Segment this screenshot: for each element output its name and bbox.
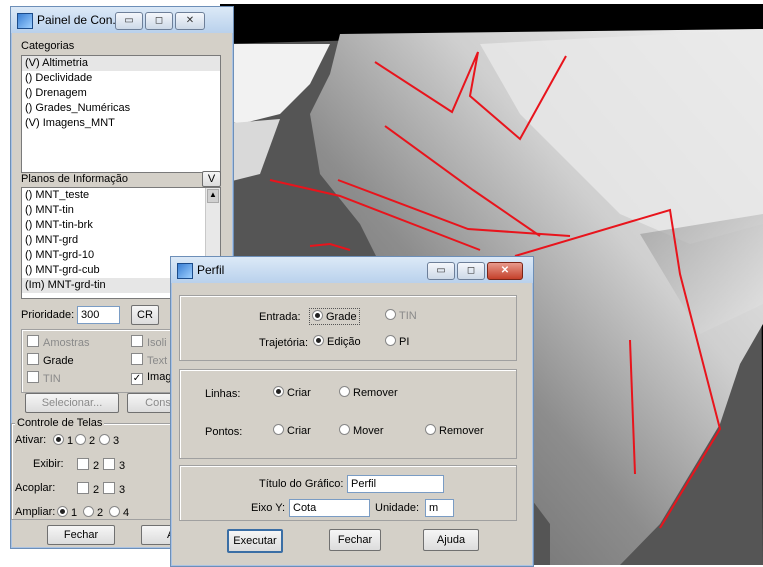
pontos-radio-remover[interactable]: Remover [425, 424, 484, 437]
linhas-radio-criar[interactable]: Criar [273, 386, 311, 399]
list-item[interactable]: () Grades_Numéricas [22, 101, 220, 116]
pontos-label: Pontos: [205, 426, 243, 438]
acoplar-check-3[interactable]: 3 [103, 482, 125, 496]
planos-label: Planos de Informação [21, 173, 129, 185]
ampliar-label: Ampliar: [15, 506, 56, 518]
trajetoria-label: Trajetória: [259, 337, 309, 349]
prioridade-label: Prioridade: [21, 309, 75, 321]
linhas-radio-remover[interactable]: Remover [339, 386, 398, 399]
exibir-label: Exibir: [33, 458, 64, 470]
titulo-grafico-label: Título do Gráfico: [259, 478, 344, 490]
perfil-fechar-button[interactable]: Fechar [329, 529, 381, 551]
ampliar-radio-2[interactable]: 2 [83, 506, 103, 519]
eixo-y-label: Eixo Y: [251, 502, 286, 514]
ativar-radio-1[interactable]: 1 [53, 434, 73, 447]
check-amostras[interactable]: Amostras [27, 335, 89, 349]
maximize-icon[interactable]: ◻ [457, 262, 485, 280]
trajetoria-radio-pi[interactable]: PI [385, 335, 409, 348]
pontos-radio-mover[interactable]: Mover [339, 424, 384, 437]
perfil-title: Perfil [197, 263, 225, 277]
perfil-titlebar[interactable]: Perfil ▭ ◻ ✕ [171, 257, 533, 283]
perfil-ajuda-button[interactable]: Ajuda [423, 529, 479, 551]
executar-button[interactable]: Executar [227, 529, 283, 553]
list-item[interactable]: () Drenagem [22, 86, 220, 101]
entrada-label: Entrada: [259, 311, 301, 323]
panel-titlebar[interactable]: Painel de Con... ▭ ◻ ✕ [11, 7, 233, 33]
eixo-y-input[interactable]: Cota [289, 499, 370, 517]
ativar-radio-3[interactable]: 3 [99, 434, 119, 447]
categorias-list[interactable]: (V) Altimetria () Declividade () Drenage… [21, 55, 221, 173]
list-item[interactable]: () MNT_teste [22, 188, 220, 203]
entrada-radio-tin[interactable]: TIN [385, 309, 417, 322]
list-item[interactable]: (V) Imagens_MNT [22, 116, 220, 131]
list-item[interactable]: () MNT-tin-brk [22, 218, 220, 233]
maximize-icon[interactable]: ◻ [145, 12, 173, 30]
ativar-label: Ativar: [15, 434, 47, 446]
app-icon [177, 263, 193, 279]
planos-v-button[interactable]: V [202, 171, 221, 187]
check-tin[interactable]: TIN [27, 371, 61, 385]
ampliar-radio-4[interactable]: 4 [109, 506, 129, 519]
check-isolinhas[interactable]: Isoli [131, 335, 167, 349]
minimize-icon[interactable]: ▭ [427, 262, 455, 280]
unidade-label: Unidade: [375, 502, 420, 514]
check-texto[interactable]: Text [131, 353, 167, 367]
linhas-label: Linhas: [205, 388, 241, 400]
exibir-check-3[interactable]: 3 [103, 458, 125, 472]
app-icon [17, 13, 33, 29]
acoplar-label: Acoplar: [15, 482, 56, 494]
cr-button[interactable]: CR [131, 305, 159, 325]
close-icon[interactable]: ✕ [487, 262, 523, 280]
close-icon[interactable]: ✕ [175, 12, 205, 30]
list-item[interactable]: () MNT-grd [22, 233, 220, 248]
list-item[interactable]: (V) Altimetria [22, 56, 220, 71]
check-imagem[interactable]: ✓ Imag [131, 371, 171, 385]
linhas-pontos-group [179, 369, 517, 459]
list-item[interactable]: () MNT-tin [22, 203, 220, 218]
ativar-radio-2[interactable]: 2 [75, 434, 95, 447]
exibir-check-2[interactable]: 2 [77, 458, 99, 472]
scroll-up-icon[interactable]: ▲ [207, 189, 219, 203]
panel-title: Painel de Con... [37, 13, 123, 27]
acoplar-check-2[interactable]: 2 [77, 482, 99, 496]
pontos-radio-criar[interactable]: Criar [273, 424, 311, 437]
perfil-dialog: Perfil ▭ ◻ ✕ Entrada: Grade TIN Trajetór… [170, 256, 534, 567]
prioridade-input[interactable]: 300 [77, 306, 120, 324]
panel-fechar-button[interactable]: Fechar [47, 525, 115, 545]
list-item[interactable]: () Declividade [22, 71, 220, 86]
entrada-radio-grade[interactable]: Grade [309, 308, 360, 325]
titulo-grafico-input[interactable]: Perfil [347, 475, 444, 493]
unidade-input[interactable]: m [425, 499, 454, 517]
entrada-group [179, 295, 517, 361]
check-grade[interactable]: Grade [27, 353, 74, 367]
categorias-label: Categorias [21, 40, 75, 52]
trajetoria-radio-edicao[interactable]: Edição [313, 335, 361, 348]
ampliar-radio-1[interactable]: 1 [57, 506, 77, 519]
selecionar-button[interactable]: Selecionar... [25, 393, 119, 413]
controle-telas-label: Controle de Telas [15, 417, 105, 429]
minimize-icon[interactable]: ▭ [115, 12, 143, 30]
